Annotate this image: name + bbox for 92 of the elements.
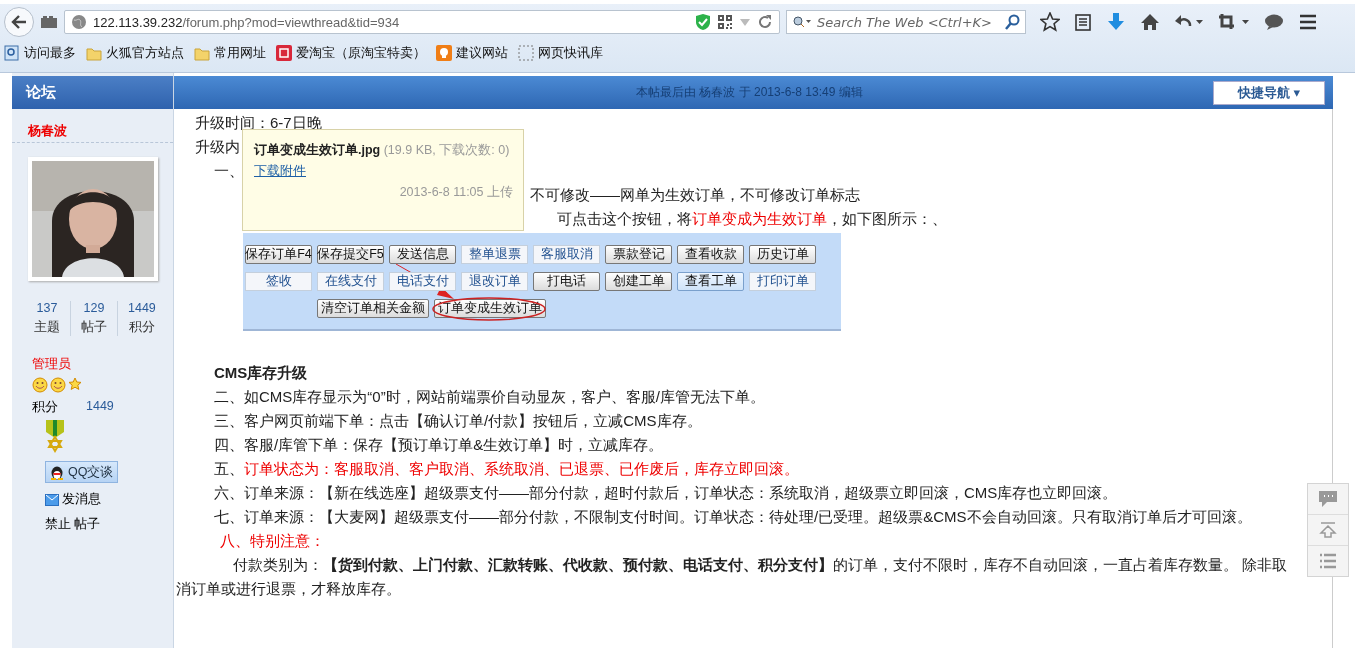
toolbar-button[interactable]: 客服取消 <box>533 245 600 264</box>
bookmark-link[interactable]: 爱淘宝（原淘宝特卖） <box>296 44 426 62</box>
shop-icon <box>276 45 292 61</box>
toolbar-button[interactable]: 票款登记 <box>605 245 672 264</box>
post-text: 八、特别注意： <box>220 532 325 549</box>
toolbar-button[interactable]: 签收 <box>245 272 312 291</box>
forum-tab[interactable]: 论坛 <box>12 76 173 109</box>
toolbar-button[interactable]: 保存提交F5 <box>317 245 384 264</box>
crop-icon[interactable] <box>1218 13 1250 31</box>
stat-label: 主题 <box>34 319 60 336</box>
toolbar-button[interactable]: 发送信息 <box>389 245 456 264</box>
edit-note: 本帖最后由 杨春波 于 2013-6-8 13:49 编辑 <box>636 84 863 101</box>
stat-label: 积分 <box>128 319 155 336</box>
toolbar-button[interactable]: 整单退票 <box>461 245 528 264</box>
toolbar-button[interactable]: 在线支付 <box>317 272 384 291</box>
toolbar-button[interactable]: 退改订单 <box>461 272 528 291</box>
list-icon[interactable] <box>1319 553 1337 569</box>
envelope-icon <box>45 493 59 506</box>
post-text: 不可修改——网单为生效订单，不可修改订单标志 <box>530 186 860 203</box>
star-icon[interactable] <box>1040 12 1060 32</box>
chat-icon[interactable] <box>1264 13 1284 31</box>
post-text: 升级时间：6-7日晚 <box>195 114 322 131</box>
author-name[interactable]: 杨春波 <box>12 109 173 143</box>
back-to-top-icon[interactable] <box>1319 522 1337 538</box>
bookmark-link[interactable]: 建议网站 <box>456 44 508 62</box>
medal-icon <box>45 420 65 454</box>
toolbar-button[interactable]: 查看工单 <box>677 272 744 291</box>
stat-count[interactable]: 129 <box>83 301 105 315</box>
stat-count[interactable]: 137 <box>36 301 58 315</box>
quick-nav-button[interactable]: 快捷导航 ▾ <box>1213 80 1325 105</box>
stat-count[interactable]: 1449 <box>128 301 156 315</box>
post-text: 五、订单状态为：客服取消、客户取消、系统取消、已退票、已作废后，库存立即回滚。 <box>214 460 799 477</box>
search-field[interactable]: Search The Web <Ctrl+K> <box>786 10 1026 34</box>
dashed-square-icon <box>518 45 534 61</box>
points-value: 1449 <box>86 399 114 415</box>
search-engine-icon[interactable] <box>792 15 812 29</box>
toolbar-button[interactable]: 保存订单F4 <box>245 245 312 264</box>
section-heading: CMS库存升级 <box>214 364 308 381</box>
folder-icon <box>86 45 102 61</box>
menu-icon[interactable] <box>1298 13 1318 31</box>
toolbar-button[interactable]: 查看收款 <box>677 245 744 264</box>
post-text: 可点击这个按钮，将订单变成为生效订单，如下图所示：、 <box>557 210 947 227</box>
smiley-icon <box>50 377 66 393</box>
search-icon[interactable] <box>1005 14 1021 30</box>
user-group: 管理员 <box>32 356 173 373</box>
bookmark-link[interactable]: 火狐官方站点 <box>106 44 184 62</box>
url-host: 122.113.39.232 <box>93 14 183 30</box>
globe-icon <box>71 14 87 30</box>
ban-posts-link[interactable]: 禁止 帖子 <box>45 516 173 533</box>
post-text: 一、 <box>214 162 244 179</box>
upload-time: 2013-6-8 11:05 上传 <box>398 184 513 201</box>
post-text: 四、客服/库管下单：保存【预订单订单&生效订单】时，立减库存。 <box>214 436 664 453</box>
smiley-icon <box>32 377 48 393</box>
points-label: 积分 <box>32 399 58 416</box>
home-icon[interactable] <box>1140 13 1160 31</box>
post-text: 二、如CMS库存显示为“0”时，网站前端票价自动显灰，客户、客服/库管无法下单。 <box>214 388 765 405</box>
toolbar-button[interactable]: 历史订单 <box>749 245 816 264</box>
bookmark-link[interactable]: 常用网址 <box>214 44 266 62</box>
attachment-name: 订单变成生效订单.jpg (19.9 KB, 下载次数: 0) <box>254 142 511 159</box>
back-button[interactable] <box>4 7 34 37</box>
toolbar-button[interactable]: 清空订单相关金额 <box>317 299 429 318</box>
send-message-link[interactable]: 发消息 <box>62 491 101 508</box>
address-field[interactable]: 122.113.39.232/forum.php?mod=viewthread&tid=934 <box>64 10 780 34</box>
post-text: 六、订单来源：【新在线选座】超级票支付——部分付款，超时付款后，订单状态：系统取消，超级票立即回滚，CMS库存也立即回滚。 <box>214 484 1118 501</box>
penguin-icon <box>50 464 64 480</box>
reload-icon[interactable] <box>757 14 773 30</box>
download-link[interactable]: 下载附件 <box>254 162 306 181</box>
post-text: 付款类别为：【货到付款、上门付款、汇款转账、代收款、预付款、电话支付、积分支付】的订单，支付不限时，库存不自动回滚，一直占着库存数量。 除非取消订单或进行退票，才释放库存。 <box>176 556 1288 597</box>
bookmark-link[interactable]: 网页快讯库 <box>538 44 603 62</box>
toolbar-button[interactable]: 创建工单 <box>605 272 672 291</box>
download-icon[interactable] <box>1106 12 1126 32</box>
stat-label: 帖子 <box>81 319 107 336</box>
folder-icon <box>194 45 210 61</box>
post-text: 七、订单来源：【大麦网】超级票支付——部分付款，不限制支付时间。订单状态：待处理/已受理。超级票&CMS不会自动回滚。只有取消订单后才可回滚。 <box>214 508 1252 525</box>
qq-chat-button[interactable]: QQ交谈 <box>45 461 119 483</box>
bookmark-link[interactable]: 访问最多 <box>24 44 76 62</box>
toolbar-button[interactable]: 打电话 <box>533 272 600 291</box>
comment-icon[interactable] <box>1318 490 1338 508</box>
star-icon <box>68 377 82 391</box>
magnifier-icon <box>4 45 20 61</box>
toolbar-button[interactable]: 订单变成生效订单 <box>434 299 546 318</box>
back-icon <box>11 15 27 29</box>
post-text: 升级内 <box>195 138 240 155</box>
reader-icon[interactable] <box>1074 13 1092 31</box>
url-path: /forum.php?mod=viewthread&tid=934 <box>182 14 400 30</box>
shield-icon <box>695 13 711 31</box>
toolbar-button[interactable]: 电话支付 <box>389 272 456 291</box>
qr-code-icon[interactable] <box>717 14 733 30</box>
bulb-icon <box>436 45 452 61</box>
tab-groups-icon[interactable] <box>40 15 58 29</box>
post-text: 三、客户网页前端下单：点击【确认订单/付款】按钮后，立减CMS库存。 <box>214 412 702 429</box>
toolbar-button[interactable]: 打印订单 <box>749 272 816 291</box>
